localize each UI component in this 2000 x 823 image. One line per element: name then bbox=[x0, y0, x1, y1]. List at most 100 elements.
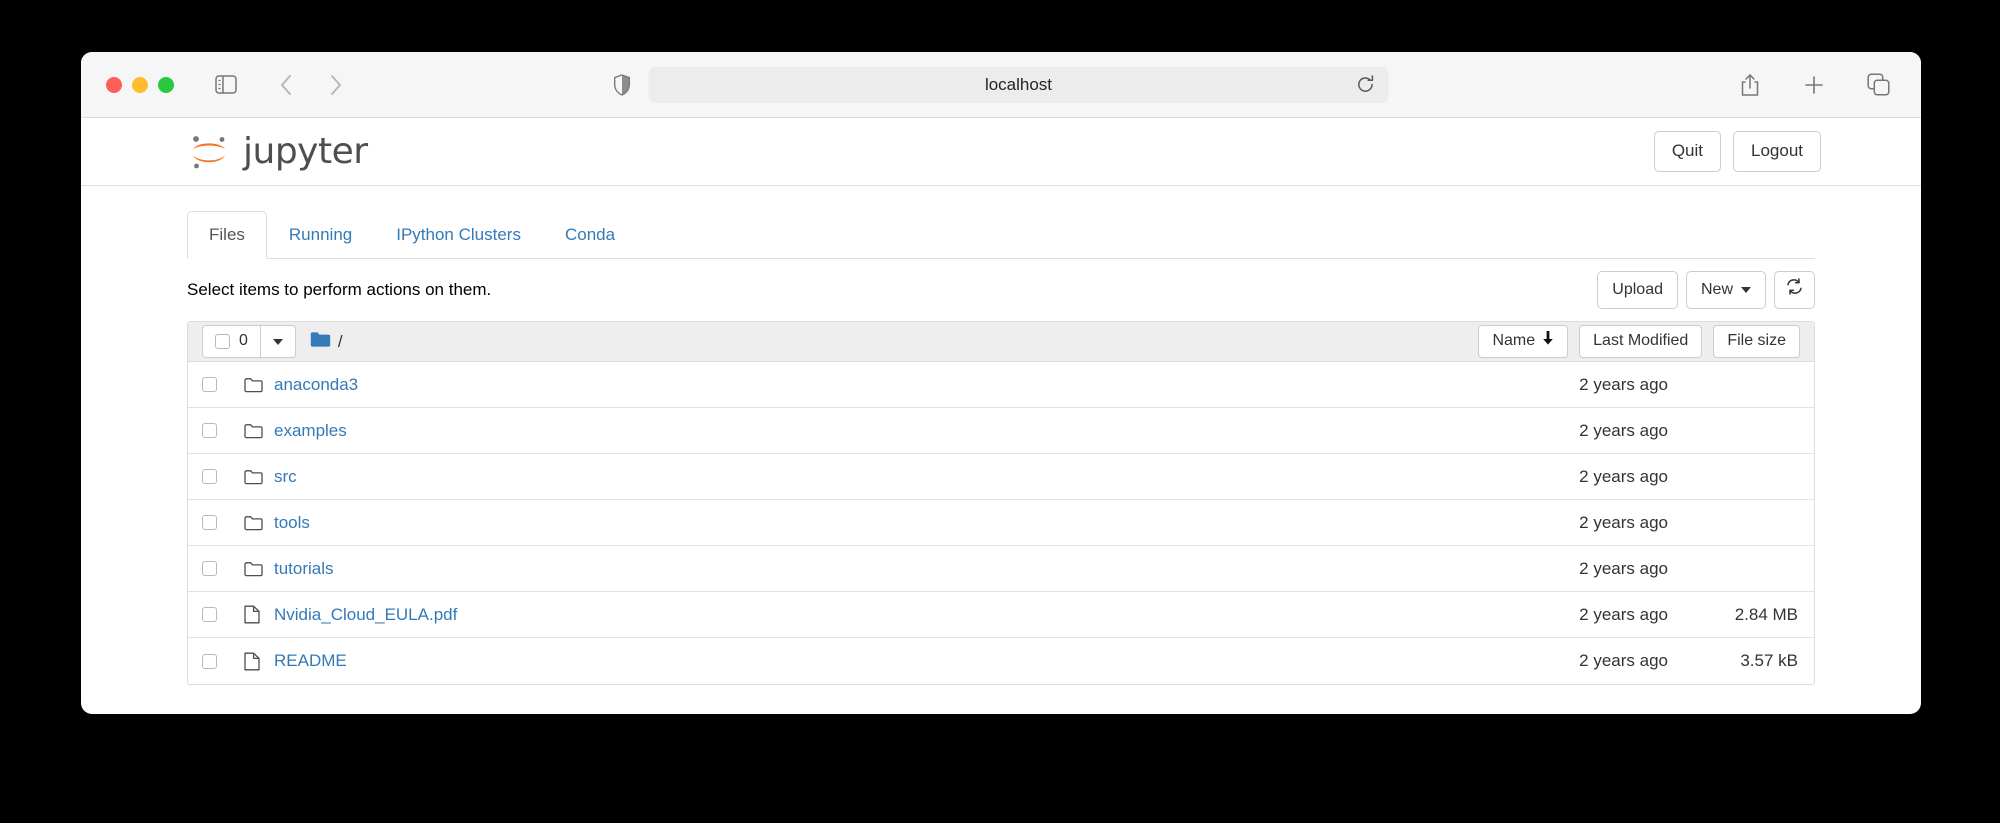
url-input[interactable]: localhost bbox=[648, 66, 1389, 103]
plus-icon[interactable] bbox=[1795, 66, 1833, 104]
select-all-group: 0 bbox=[202, 325, 296, 358]
table-row[interactable]: src 2 years ago bbox=[188, 454, 1814, 500]
folder-icon bbox=[310, 331, 331, 353]
file-list-header: 0 / Name Last Modified File size bbox=[188, 322, 1814, 362]
browser-actions bbox=[1731, 66, 1897, 104]
table-row[interactable]: README 2 years ago 3.57 kB bbox=[188, 638, 1814, 684]
upload-button[interactable]: Upload bbox=[1597, 271, 1678, 309]
file-icon bbox=[244, 605, 274, 624]
item-modified: 2 years ago bbox=[1579, 651, 1668, 670]
item-name-link[interactable]: tools bbox=[274, 513, 1438, 533]
maximize-window-button[interactable] bbox=[158, 76, 174, 93]
row-checkbox[interactable] bbox=[202, 377, 217, 392]
sort-name-label: Name bbox=[1492, 332, 1536, 350]
row-checkbox-cell bbox=[202, 515, 244, 530]
quit-button[interactable]: Quit bbox=[1653, 131, 1721, 172]
tab-conda[interactable]: Conda bbox=[543, 211, 637, 259]
refresh-icon bbox=[1786, 278, 1803, 302]
shield-icon[interactable] bbox=[614, 73, 631, 96]
share-icon[interactable] bbox=[1731, 66, 1769, 104]
file-browser: 0 / Name Last Modified File size anacond… bbox=[187, 321, 1815, 685]
select-all-checkbox[interactable] bbox=[215, 334, 230, 349]
address-bar-group: localhost bbox=[614, 66, 1389, 103]
chevron-down-icon bbox=[1741, 286, 1751, 293]
item-name-link[interactable]: anaconda3 bbox=[274, 375, 1438, 395]
tab-ipython-clusters[interactable]: IPython Clusters bbox=[374, 211, 543, 259]
row-checkbox-cell bbox=[202, 561, 244, 576]
tab-overview-icon[interactable] bbox=[1859, 66, 1897, 104]
selection-hint-text: Select items to perform actions on them. bbox=[187, 280, 492, 299]
item-modified: 2 years ago bbox=[1579, 466, 1668, 486]
item-name-link[interactable]: tutorials bbox=[274, 559, 1438, 579]
selected-count: 0 bbox=[239, 332, 248, 350]
chevron-down-icon bbox=[272, 338, 283, 345]
select-all-button[interactable]: 0 bbox=[202, 325, 261, 358]
row-checkbox-cell bbox=[202, 653, 244, 669]
back-arrow-icon[interactable] bbox=[267, 66, 305, 104]
new-button[interactable]: New bbox=[1685, 271, 1766, 309]
folder-icon bbox=[244, 377, 274, 393]
item-name-link[interactable]: examples bbox=[274, 421, 1438, 441]
item-modified: 2 years ago bbox=[1579, 604, 1668, 624]
file-icon bbox=[244, 652, 274, 671]
forward-arrow-icon[interactable] bbox=[317, 66, 355, 104]
folder-icon bbox=[244, 515, 274, 531]
toolbar-actions: Upload New bbox=[1597, 271, 1815, 309]
url-text: localhost bbox=[984, 74, 1053, 94]
table-row[interactable]: tools 2 years ago bbox=[188, 500, 1814, 546]
table-row[interactable]: tutorials 2 years ago bbox=[188, 546, 1814, 592]
main-content: Files Running IPython Clusters Conda Sel… bbox=[81, 204, 1921, 685]
item-modified: 2 years ago bbox=[1579, 558, 1668, 578]
folder-icon bbox=[244, 561, 274, 577]
tab-bar: Files Running IPython Clusters Conda bbox=[187, 204, 1815, 259]
sidebar-toggle-icon[interactable] bbox=[207, 66, 245, 104]
browser-toolbar: localhost bbox=[81, 52, 1921, 118]
row-checkbox-cell bbox=[202, 607, 244, 622]
item-modified: 2 years ago bbox=[1579, 512, 1668, 532]
item-name-link[interactable]: Nvidia_Cloud_EULA.pdf bbox=[274, 605, 1438, 625]
table-row[interactable]: anaconda3 2 years ago bbox=[188, 362, 1814, 408]
row-checkbox-cell bbox=[202, 469, 244, 484]
sort-by-modified-button[interactable]: Last Modified bbox=[1579, 325, 1703, 358]
sort-by-size-button[interactable]: File size bbox=[1713, 325, 1800, 358]
tab-files[interactable]: Files bbox=[187, 211, 267, 259]
window-controls bbox=[106, 76, 174, 93]
refresh-button[interactable] bbox=[1774, 271, 1815, 309]
folder-icon bbox=[244, 469, 274, 485]
files-toolbar: Select items to perform actions on them.… bbox=[187, 259, 1815, 321]
logout-button[interactable]: Logout bbox=[1733, 131, 1821, 172]
row-checkbox-cell bbox=[202, 377, 244, 392]
item-size: 2.84 MB bbox=[1734, 604, 1798, 624]
reload-icon[interactable] bbox=[1357, 75, 1375, 94]
select-menu-button[interactable] bbox=[260, 325, 296, 358]
sort-descending-arrow-icon bbox=[1542, 331, 1554, 352]
row-checkbox[interactable] bbox=[202, 469, 217, 484]
sort-controls: Name Last Modified File size bbox=[1478, 325, 1800, 358]
jupyter-header: jupyter Quit Logout bbox=[81, 118, 1921, 186]
item-modified: 2 years ago bbox=[1579, 374, 1668, 394]
breadcrumb-root[interactable]: / bbox=[338, 332, 343, 352]
breadcrumb: / bbox=[310, 331, 343, 353]
table-row[interactable]: Nvidia_Cloud_EULA.pdf 2 years ago 2.84 MB bbox=[188, 592, 1814, 638]
close-window-button[interactable] bbox=[106, 76, 122, 93]
row-checkbox[interactable] bbox=[202, 653, 217, 669]
row-checkbox[interactable] bbox=[202, 515, 217, 530]
jupyter-wordmark: jupyter bbox=[243, 131, 368, 172]
row-checkbox-cell bbox=[202, 423, 244, 438]
sort-by-name-button[interactable]: Name bbox=[1478, 325, 1569, 358]
header-actions: Quit Logout bbox=[1653, 131, 1821, 172]
jupyter-logo[interactable]: jupyter bbox=[187, 130, 368, 174]
item-name-link[interactable]: src bbox=[274, 467, 1438, 487]
tab-running[interactable]: Running bbox=[267, 211, 374, 259]
browser-window: localhost jupyter Quit Logout Files Runn… bbox=[81, 52, 1921, 714]
row-checkbox[interactable] bbox=[202, 423, 217, 438]
file-list-rows: anaconda3 2 years ago examples 2 years ago s… bbox=[188, 362, 1814, 684]
minimize-window-button[interactable] bbox=[132, 76, 148, 93]
row-checkbox[interactable] bbox=[202, 561, 217, 576]
table-row[interactable]: examples 2 years ago bbox=[188, 408, 1814, 454]
file-list-header-left: 0 / bbox=[202, 325, 343, 358]
upload-label: Upload bbox=[1612, 280, 1663, 298]
item-name-link[interactable]: README bbox=[274, 651, 1438, 671]
jupyter-mark-icon bbox=[193, 135, 225, 168]
row-checkbox[interactable] bbox=[202, 607, 217, 622]
